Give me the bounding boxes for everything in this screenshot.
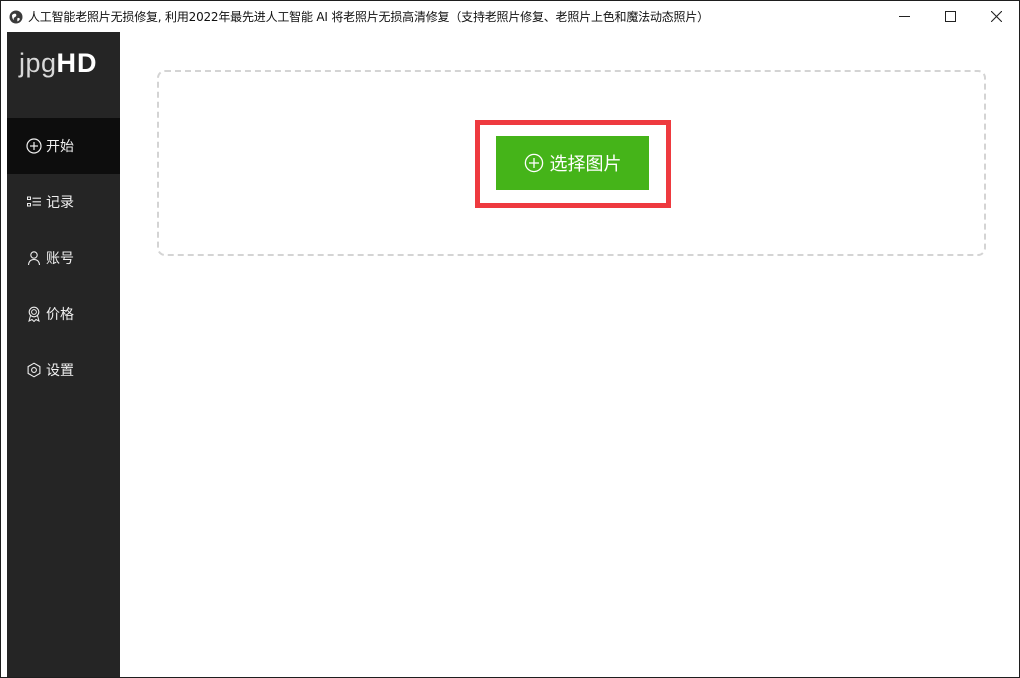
close-button[interactable]: [973, 1, 1019, 32]
badge-icon: [25, 306, 42, 323]
logo-text-light: jpg: [19, 48, 57, 78]
close-icon: [990, 7, 1002, 26]
maximize-button[interactable]: [927, 1, 973, 32]
minimize-icon: [898, 7, 910, 26]
gear-icon: [25, 362, 42, 379]
title-bar[interactable]: 人工智能老照片无损修复, 利用2022年最先进人工智能 AI 将老照片无损高清修…: [1, 1, 1019, 32]
sidebar-item-account[interactable]: 账号: [7, 230, 120, 286]
window-controls: [881, 1, 1019, 32]
minimize-button[interactable]: [881, 1, 927, 32]
maximize-icon: [944, 7, 956, 26]
sidebar-item-label: 开始: [46, 139, 74, 155]
sidebar-item-settings[interactable]: 设置: [7, 342, 120, 398]
select-image-button[interactable]: 选择图片: [496, 136, 649, 190]
app-logo: jpg HD: [19, 48, 98, 78]
logo-text-bold: HD: [56, 48, 98, 78]
list-icon: [25, 194, 42, 211]
select-image-label: 选择图片: [549, 154, 622, 174]
main-content: 选择图片: [120, 32, 1019, 677]
user-icon: [25, 250, 42, 267]
sidebar-item-label: 记录: [46, 195, 74, 211]
sidebar-item-label: 价格: [46, 307, 74, 323]
sidebar-item-price[interactable]: 价格: [7, 286, 120, 342]
sidebar-item-label: 设置: [46, 363, 74, 379]
globe-icon: [9, 10, 23, 24]
plus-circle-icon: [25, 138, 42, 155]
sidebar-item-records[interactable]: 记录: [7, 174, 120, 230]
sidebar-item-start[interactable]: 开始: [7, 118, 120, 174]
app-window: 人工智能老照片无损修复, 利用2022年最先进人工智能 AI 将老照片无损高清修…: [0, 0, 1020, 678]
sidebar: jpg HD 开始 记录 账号 价格 设置: [7, 32, 120, 677]
sidebar-item-label: 账号: [46, 251, 74, 267]
window-title: 人工智能老照片无损修复, 利用2022年最先进人工智能 AI 将老照片无损高清修…: [28, 10, 709, 24]
sidebar-nav: 开始 记录 账号 价格 设置: [7, 118, 120, 398]
plus-circle-icon: [524, 153, 544, 173]
